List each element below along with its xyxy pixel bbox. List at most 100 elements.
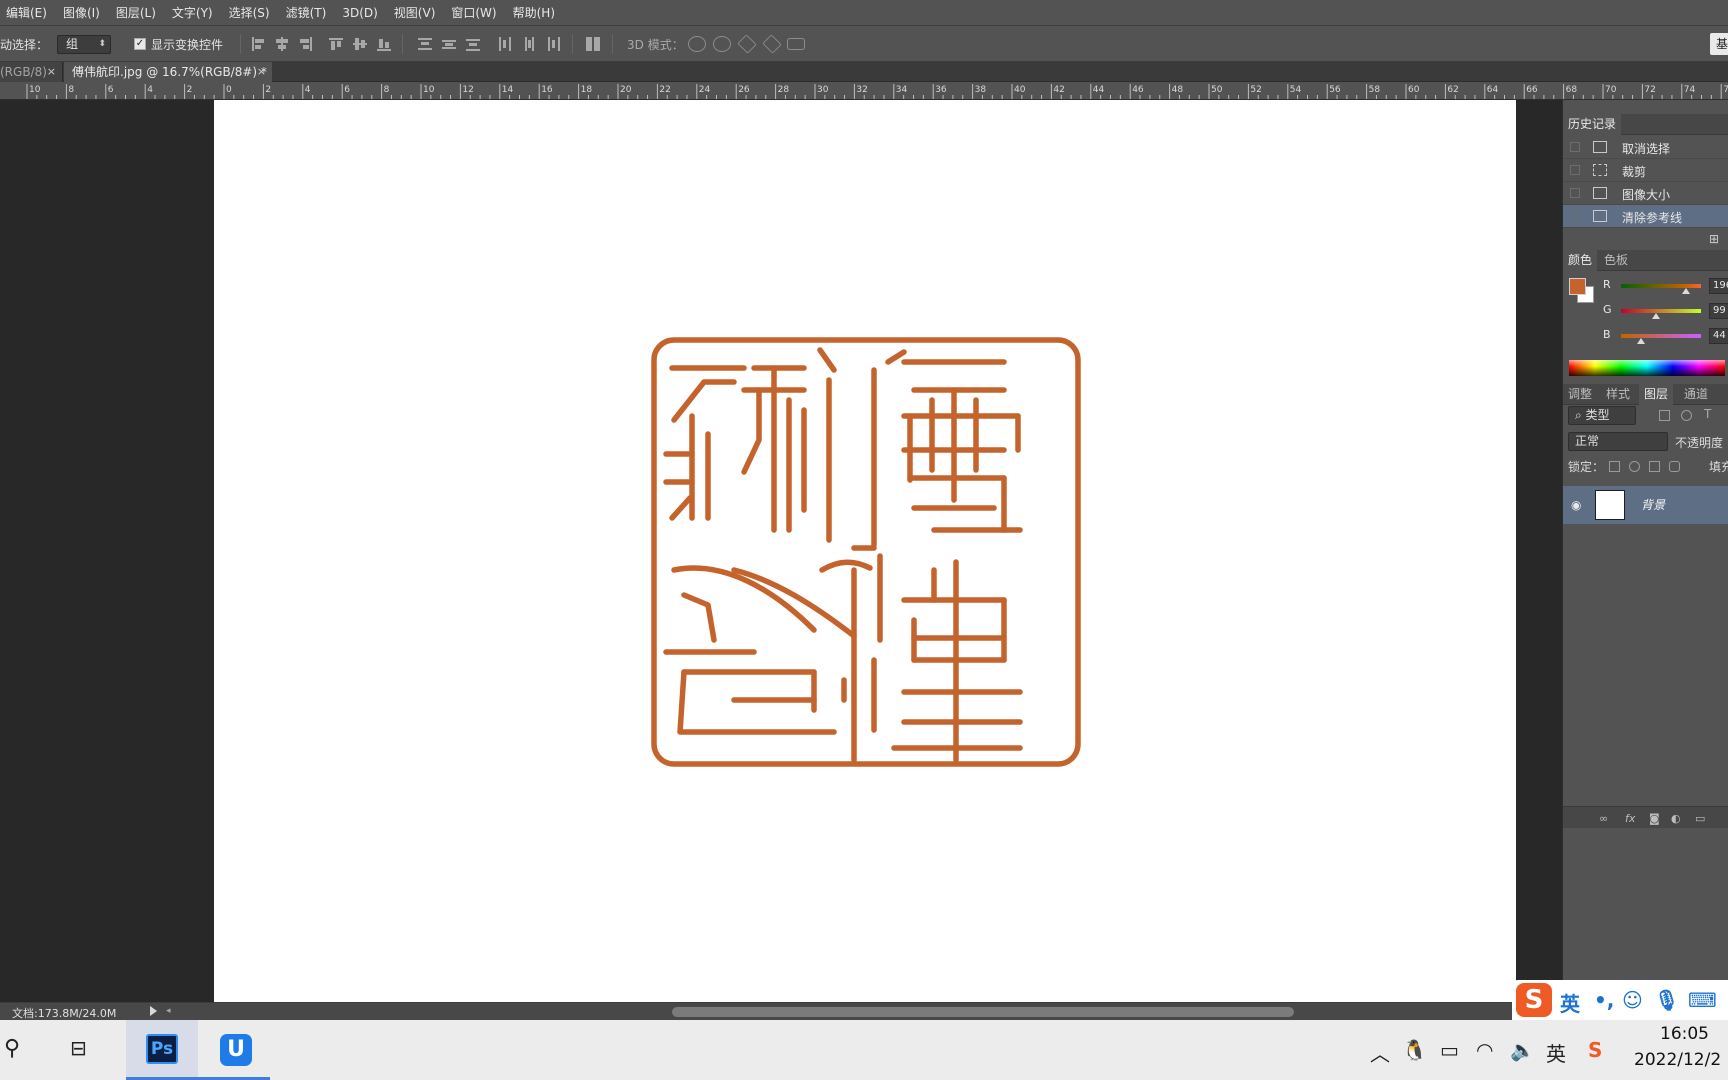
new-group-icon[interactable]: ▭	[1695, 812, 1705, 825]
tab-layers[interactable]: 图层	[1639, 384, 1674, 405]
document-canvas[interactable]	[214, 100, 1516, 1002]
menu-3d[interactable]: 3D(D)	[334, 0, 385, 26]
lock-transparent-icon[interactable]	[1609, 461, 1620, 472]
adjustment-layer-icon[interactable]: ◐	[1671, 812, 1681, 825]
menu-layer[interactable]: 图层(L)	[108, 0, 164, 26]
align-top-icon[interactable]	[329, 37, 345, 51]
distribute-center-icon[interactable]	[522, 37, 538, 51]
wifi-icon[interactable]: ◠	[1476, 1038, 1493, 1062]
history-checkbox[interactable]	[1570, 211, 1580, 221]
channel-r-value[interactable]: 196	[1709, 278, 1728, 294]
channel-g-value[interactable]: 99	[1709, 303, 1728, 319]
history-item[interactable]: 图像大小	[1563, 182, 1728, 205]
history-item-selected[interactable]: 清除参考线	[1563, 205, 1728, 228]
horizontal-ruler[interactable]: 10 8 6 4 2 0 2 4 6 8 10 12 14 16 18 20 22 24 26 28 30 32 34 36 3…	[0, 82, 1728, 100]
qq-icon[interactable]: 🐧	[1402, 1038, 1427, 1062]
add-mask-icon[interactable]: ◙	[1649, 812, 1660, 825]
menu-type[interactable]: 文字(Y)	[164, 0, 221, 26]
sogou-tray-icon[interactable]: S	[1588, 1038, 1602, 1062]
distribute-left-icon[interactable]	[498, 37, 514, 51]
close-icon[interactable]: ×	[257, 62, 266, 82]
3d-scale-icon[interactable]	[787, 38, 805, 50]
taskbar-photoshop[interactable]: Ps	[126, 1020, 198, 1080]
channel-b-value[interactable]: 44	[1709, 328, 1728, 344]
lock-pixels-icon[interactable]	[1629, 461, 1640, 472]
history-checkbox[interactable]	[1570, 165, 1580, 175]
auto-align-icon[interactable]	[586, 37, 602, 51]
show-transform-checkbox[interactable]: ✓	[134, 38, 146, 50]
channel-r-thumb[interactable]	[1682, 288, 1690, 294]
battery-icon[interactable]: ▭	[1440, 1038, 1459, 1062]
clock-time[interactable]: 16:05	[1660, 1024, 1709, 1044]
emoji-icon[interactable]: ☺	[1622, 988, 1643, 1012]
input-language-indicator[interactable]: 英	[1546, 1038, 1566, 1067]
ime-language-toggle[interactable]: 英	[1560, 988, 1580, 1017]
clock-date[interactable]: 2022/12/2	[1634, 1050, 1721, 1070]
channel-g-thumb[interactable]	[1652, 313, 1660, 319]
workspace-button[interactable]: 基	[1710, 33, 1728, 55]
link-layers-icon[interactable]: ∞	[1599, 812, 1608, 825]
distribute-right-icon[interactable]	[546, 37, 562, 51]
tab-channels[interactable]: 通道	[1679, 384, 1713, 405]
channel-g-slider[interactable]	[1621, 309, 1701, 313]
eye-icon[interactable]: ◉	[1571, 498, 1581, 512]
3d-drag-icon[interactable]	[737, 34, 757, 54]
foreground-color-swatch[interactable]	[1569, 278, 1586, 295]
channel-b-slider[interactable]	[1621, 334, 1701, 338]
tab-history[interactable]: 历史记录	[1563, 114, 1622, 135]
volume-icon[interactable]: 🔈	[1510, 1038, 1535, 1062]
auto-select-dropdown[interactable]: 组 ⬍	[57, 35, 111, 54]
menu-view[interactable]: 视图(V)	[386, 0, 444, 26]
color-spectrum-ramp[interactable]	[1569, 360, 1725, 376]
3d-roll-icon[interactable]	[713, 36, 731, 52]
taskbar-app-u[interactable]: U	[198, 1020, 270, 1080]
layer-filter-dropdown[interactable]: ⌕ 类型	[1568, 406, 1636, 425]
status-menu-arrow-icon[interactable]	[150, 1006, 157, 1016]
blend-mode-dropdown[interactable]: 正常	[1568, 432, 1668, 451]
tab-active-document[interactable]: 傅伟航印.jpg @ 16.7%(RGB/8#) * ×	[64, 62, 272, 82]
horizontal-scrollbar-thumb[interactable]	[672, 1007, 1294, 1017]
keyboard-icon[interactable]: ⌨	[1688, 988, 1717, 1012]
menu-select[interactable]: 选择(S)	[221, 0, 278, 26]
tab-styles[interactable]: 样式	[1601, 384, 1635, 405]
search-icon[interactable]: ⚲	[4, 1036, 20, 1061]
3d-rotate-icon[interactable]	[688, 36, 706, 52]
filter-type-icon[interactable]: T	[1704, 407, 1711, 421]
history-item[interactable]: 裁剪	[1563, 159, 1728, 182]
menu-window[interactable]: 窗口(W)	[443, 0, 504, 26]
channel-b-thumb[interactable]	[1637, 338, 1645, 344]
chevron-up-icon[interactable]: ︿	[1370, 1038, 1390, 1067]
scroll-left-arrow-icon[interactable]: ◂	[166, 1006, 171, 1016]
distribute-bottom-icon[interactable]	[466, 37, 482, 51]
lock-position-icon[interactable]	[1649, 461, 1660, 472]
history-item[interactable]: 取消选择	[1563, 136, 1728, 159]
align-bottom-icon[interactable]	[377, 37, 393, 51]
distribute-top-icon[interactable]	[418, 37, 434, 51]
menu-help[interactable]: 帮助(H)	[505, 0, 563, 26]
sogou-logo-icon[interactable]: S	[1516, 983, 1552, 1017]
lock-all-icon[interactable]	[1669, 461, 1680, 472]
layer-name[interactable]: 背景	[1641, 496, 1665, 513]
3d-slide-icon[interactable]	[762, 34, 782, 54]
filter-pixel-icon[interactable]	[1659, 410, 1670, 421]
history-checkbox[interactable]	[1570, 188, 1580, 198]
align-middle-icon[interactable]	[353, 37, 369, 51]
filter-adjustment-icon[interactable]	[1681, 410, 1692, 421]
tab-adjustments[interactable]: 调整	[1563, 384, 1597, 405]
new-snapshot-icon[interactable]: ⊞	[1709, 232, 1719, 246]
menu-edit[interactable]: 编辑(E)	[0, 0, 55, 26]
distribute-middle-icon[interactable]	[442, 37, 458, 51]
align-left-icon[interactable]	[250, 37, 266, 51]
menu-image[interactable]: 图像(I)	[55, 0, 108, 26]
ime-punctuation-toggle[interactable]: •,	[1594, 988, 1614, 1012]
align-right-icon[interactable]	[298, 37, 314, 51]
layer-row-background[interactable]: ◉ 背景	[1563, 486, 1728, 524]
microphone-icon[interactable]: 🎙	[1654, 988, 1679, 1012]
align-center-icon[interactable]	[274, 37, 290, 51]
tab-previous-document[interactable]: (RGB/8) ×	[0, 62, 63, 82]
history-checkbox[interactable]	[1570, 142, 1580, 152]
close-icon[interactable]: ×	[47, 62, 56, 82]
menu-filter[interactable]: 滤镜(T)	[278, 0, 335, 26]
fx-icon[interactable]: fx	[1625, 812, 1635, 825]
task-view-icon[interactable]: ⊟	[70, 1036, 87, 1060]
